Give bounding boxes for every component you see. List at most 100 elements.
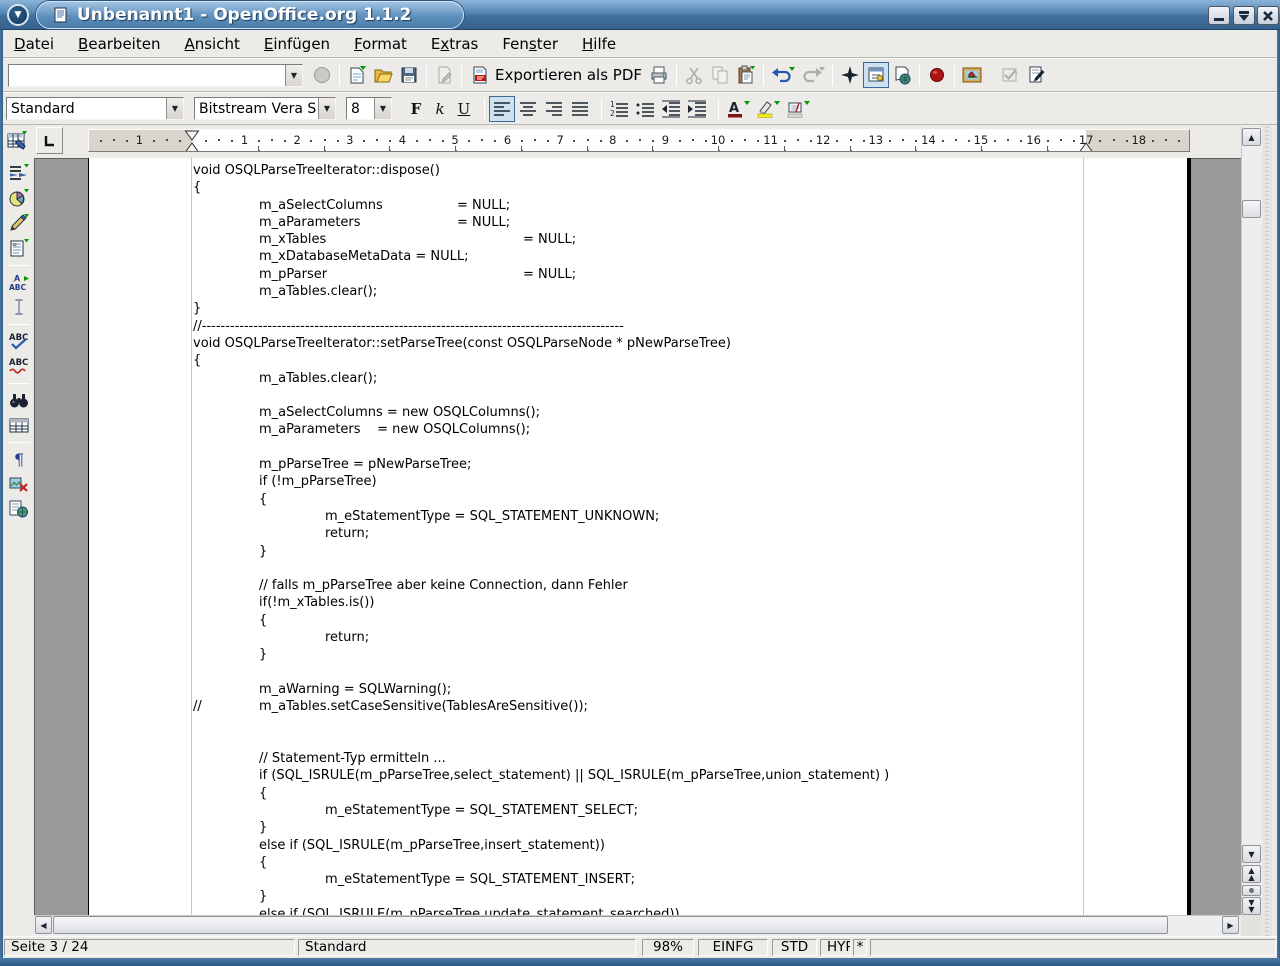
find-replace-button[interactable] bbox=[6, 388, 32, 412]
code-line[interactable]: m_xDatabaseMetaData = NULL; bbox=[193, 248, 1178, 265]
font-color-button[interactable]: A bbox=[723, 96, 753, 122]
horizontal-ruler[interactable]: 1123456789101112131415161718 bbox=[88, 129, 1190, 152]
font-dropdown-button[interactable]: ▼ bbox=[318, 98, 335, 119]
code-line[interactable]: m_pParseTree = pNewParseTree; bbox=[193, 456, 1178, 473]
code-line[interactable]: return; bbox=[193, 629, 1178, 646]
code-line[interactable]: m_aWarning = SQLWarning(); bbox=[193, 681, 1178, 698]
nonprinting-characters-button[interactable]: ¶ bbox=[6, 447, 32, 471]
code-line[interactable]: if (SQL_ISRULE(m_pParseTree,select_state… bbox=[193, 767, 1178, 784]
maximize-button[interactable] bbox=[1233, 6, 1255, 25]
code-line[interactable]: { bbox=[193, 491, 1178, 508]
document-text[interactable]: void OSQLParseTreeIterator::dispose(){ m… bbox=[193, 162, 1178, 915]
status-zoom[interactable]: 98% bbox=[642, 939, 694, 956]
code-line[interactable] bbox=[193, 733, 1178, 750]
code-line[interactable]: else if (SQL_ISRULE(m_pParseTree,update_… bbox=[193, 906, 1178, 915]
code-line[interactable]: { bbox=[193, 854, 1178, 871]
pdf-export-button[interactable]: Exportieren als PDF bbox=[466, 62, 646, 88]
minimize-button[interactable] bbox=[1208, 6, 1230, 25]
print-button[interactable] bbox=[646, 62, 672, 88]
next-page-button[interactable]: ▼ ▼ bbox=[1242, 897, 1261, 915]
autotext-button[interactable]: AABC bbox=[6, 270, 32, 294]
data-sources-button[interactable] bbox=[6, 413, 32, 437]
code-line[interactable] bbox=[193, 439, 1178, 456]
code-line[interactable]: m_aTables.clear(); bbox=[193, 283, 1178, 300]
code-line[interactable]: // Statement-Typ ermitteln ... bbox=[193, 750, 1178, 767]
menu-einfgen[interactable]: Einfügen bbox=[252, 32, 342, 56]
menu-datei[interactable]: Datei bbox=[2, 32, 66, 56]
bullet-list-button[interactable] bbox=[632, 96, 658, 122]
code-line[interactable]: } bbox=[193, 543, 1178, 560]
paragraph-style-value[interactable]: Standard bbox=[7, 98, 166, 119]
edit-changes-button[interactable] bbox=[1023, 62, 1049, 88]
gallery-button[interactable] bbox=[959, 62, 985, 88]
code-line[interactable]: { bbox=[193, 785, 1178, 802]
open-document-button[interactable] bbox=[370, 62, 396, 88]
code-line[interactable]: { bbox=[193, 179, 1178, 196]
decrease-indent-button[interactable] bbox=[658, 96, 684, 122]
close-button[interactable] bbox=[1257, 6, 1279, 25]
menu-format[interactable]: Format bbox=[342, 32, 419, 56]
scroll-up-button[interactable]: ▲ bbox=[1242, 128, 1261, 146]
font-size-combobox[interactable]: 8 ▼ bbox=[346, 97, 392, 120]
scroll-down-button[interactable]: ▼ bbox=[1242, 845, 1261, 863]
auto-spellcheck-button[interactable]: ABC bbox=[6, 354, 32, 378]
spellcheck-button[interactable]: ABC bbox=[6, 329, 32, 353]
left-indent-marker[interactable] bbox=[184, 130, 200, 152]
insert-form-button[interactable] bbox=[6, 236, 32, 260]
code-line[interactable]: m_aParameters = new OSQLColumns(); bbox=[193, 421, 1178, 438]
code-line[interactable]: } bbox=[193, 819, 1178, 836]
url-dropdown-button[interactable]: ▼ bbox=[285, 65, 302, 86]
code-line[interactable]: } bbox=[193, 300, 1178, 317]
scroll-left-button[interactable]: ◀ bbox=[35, 916, 52, 934]
url-combobox[interactable]: ▼ bbox=[8, 64, 303, 87]
background-color-button[interactable] bbox=[783, 96, 813, 122]
insert-table-button[interactable] bbox=[4, 128, 30, 154]
document-view[interactable]: void OSQLParseTreeIterator::dispose(){ m… bbox=[34, 158, 1241, 915]
numbered-list-button[interactable]: 12 bbox=[606, 96, 632, 122]
menu-hilfe[interactable]: Hilfe bbox=[570, 32, 628, 56]
code-line[interactable]: { bbox=[193, 612, 1178, 629]
increase-indent-button[interactable] bbox=[684, 96, 710, 122]
stylist-button[interactable] bbox=[863, 62, 889, 88]
font-name-combobox[interactable]: Bitstream Vera S ▼ bbox=[194, 97, 336, 120]
status-selection-mode[interactable]: STD bbox=[772, 939, 817, 956]
vertical-scrollbar[interactable]: ▲ ▼ ▲ ▲ ▼ ▼ bbox=[1241, 127, 1262, 915]
navigator-button[interactable] bbox=[837, 62, 863, 88]
horizontal-scrollbar[interactable]: ◀ ▶ bbox=[34, 915, 1240, 936]
insert-object-button[interactable] bbox=[6, 186, 32, 210]
code-line[interactable] bbox=[193, 664, 1178, 681]
code-line[interactable]: m_eStatementType = SQL_STATEMENT_SELECT; bbox=[193, 802, 1178, 819]
paste-button[interactable] bbox=[733, 62, 759, 88]
menu-bearbeiten[interactable]: Bearbeiten bbox=[66, 32, 172, 56]
insert-button[interactable] bbox=[6, 161, 32, 185]
online-layout-button[interactable] bbox=[6, 497, 32, 521]
code-line[interactable]: m_aParameters = NULL; bbox=[193, 214, 1178, 231]
previous-page-button[interactable]: ▲ ▲ bbox=[1242, 865, 1261, 883]
right-indent-marker[interactable] bbox=[1078, 130, 1094, 152]
code-line[interactable]: m_eStatementType = SQL_STATEMENT_INSERT; bbox=[193, 871, 1178, 888]
font-size-value[interactable]: 8 bbox=[347, 98, 374, 119]
code-line[interactable]: m_pParser = NULL; bbox=[193, 266, 1178, 283]
code-line[interactable] bbox=[193, 387, 1178, 404]
code-line[interactable]: m_xTables = NULL; bbox=[193, 231, 1178, 248]
status-page-style[interactable]: Standard bbox=[298, 939, 636, 956]
navigation-dot-button[interactable] bbox=[1242, 885, 1261, 896]
scroll-right-button[interactable]: ▶ bbox=[1222, 916, 1239, 934]
code-line[interactable] bbox=[193, 560, 1178, 577]
code-line[interactable]: } bbox=[193, 646, 1178, 663]
code-line[interactable]: else if (SQL_ISRULE(m_pParseTree,insert_… bbox=[193, 837, 1178, 854]
code-line[interactable]: m_aTables.clear(); bbox=[193, 370, 1178, 387]
code-line[interactable]: return; bbox=[193, 525, 1178, 542]
align-right-button[interactable] bbox=[541, 96, 567, 122]
direct-cursor-button[interactable] bbox=[6, 295, 32, 319]
highlight-color-button[interactable] bbox=[753, 96, 783, 122]
menu-fenster[interactable]: Fenster bbox=[490, 32, 570, 56]
new-document-button[interactable] bbox=[344, 62, 370, 88]
menu-extras[interactable]: Extras bbox=[419, 32, 490, 56]
status-insert-mode[interactable]: EINFG bbox=[698, 939, 768, 956]
align-center-button[interactable] bbox=[515, 96, 541, 122]
undo-button[interactable] bbox=[768, 62, 798, 88]
status-modified-flag[interactable]: * bbox=[853, 939, 867, 956]
horizontal-scrollbar-thumb[interactable] bbox=[53, 916, 1168, 934]
record-macro-button[interactable] bbox=[924, 62, 950, 88]
